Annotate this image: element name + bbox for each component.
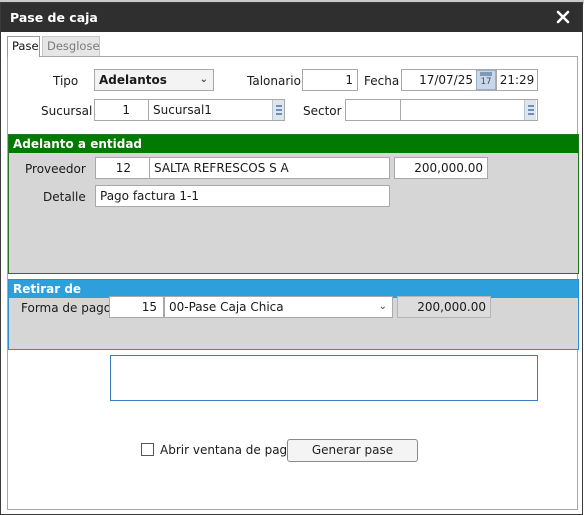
detalle-label: Detalle xyxy=(43,190,86,204)
sector-label: Sector xyxy=(303,104,342,118)
close-icon[interactable] xyxy=(552,6,574,28)
notes-textarea[interactable] xyxy=(110,355,538,401)
forma-pago-label: Forma de pago xyxy=(21,301,112,315)
sector-code-field[interactable] xyxy=(345,99,401,121)
calendar-icon[interactable]: 17 xyxy=(476,70,496,90)
adelanto-section-title: Adelanto a entidad xyxy=(9,135,578,153)
title-bar[interactable]: Pase de caja xyxy=(1,3,582,32)
chevron-down-icon: ⌄ xyxy=(378,301,387,312)
forma-pago-code-field[interactable]: 15 xyxy=(109,296,164,318)
list-picker-icon[interactable] xyxy=(272,100,284,120)
window-title: Pase de caja xyxy=(10,10,98,25)
sucursal-name-field[interactable]: Sucursal1 xyxy=(148,99,285,121)
adelanto-amount-field[interactable]: 200,000.00 xyxy=(394,157,488,179)
tipo-value: Adelantos xyxy=(99,73,167,87)
adelanto-section: Adelanto a entidad Proveedor 12 SALTA RE… xyxy=(8,134,579,274)
proveedor-label: Proveedor xyxy=(25,162,86,176)
hora-field[interactable]: 21:29 xyxy=(496,69,538,91)
sector-name-field[interactable] xyxy=(400,99,538,121)
dialog-window: Pase de caja Pase Desglose Tipo Adelanto… xyxy=(0,2,583,515)
tab-pase[interactable]: Pase xyxy=(7,36,40,57)
retirar-amount-field: 200,000.00 xyxy=(397,296,491,318)
sucursal-code-field[interactable]: 1 xyxy=(94,99,149,121)
talonario-field[interactable]: 1 xyxy=(302,69,358,91)
calendar-day: 17 xyxy=(480,77,492,87)
proveedor-name-field[interactable]: SALTA REFRESCOS S A xyxy=(149,157,390,179)
retirar-section-body: Forma de pago 15 00-Pase Caja Chica ⌄ 20… xyxy=(9,296,578,349)
fecha-label: Fecha xyxy=(364,74,400,88)
fecha-value: 17/07/25 xyxy=(419,73,473,87)
chevron-down-icon: ⌄ xyxy=(199,74,208,85)
sucursal-label: Sucursal xyxy=(41,104,93,118)
tipo-label: Tipo xyxy=(53,74,79,88)
tab-desglose[interactable]: Desglose xyxy=(42,36,100,56)
sucursal-name-value: Sucursal1 xyxy=(153,103,212,117)
tipo-dropdown[interactable]: Adelantos ⌄ xyxy=(94,69,214,91)
adelanto-section-body: Proveedor 12 SALTA REFRESCOS S A 200,000… xyxy=(9,153,578,273)
proveedor-code-field[interactable]: 12 xyxy=(95,157,150,179)
tab-content-pase: Tipo Adelantos ⌄ Talonario 1 Fecha 17/07… xyxy=(7,57,579,510)
detalle-field[interactable]: Pago factura 1-1 xyxy=(95,185,390,207)
open-payment-window-label[interactable]: Abrir ventana de pago xyxy=(160,443,295,457)
talonario-label: Talonario xyxy=(247,74,301,88)
open-payment-window-checkbox[interactable] xyxy=(141,443,154,456)
forma-pago-dropdown[interactable]: 00-Pase Caja Chica ⌄ xyxy=(164,296,393,318)
list-picker-icon[interactable] xyxy=(524,100,536,120)
generate-pase-button[interactable]: Generar pase xyxy=(287,439,418,462)
retirar-section: Retirar de Forma de pago 15 00-Pase Caja… xyxy=(8,279,579,350)
forma-pago-value: 00-Pase Caja Chica xyxy=(169,300,284,314)
